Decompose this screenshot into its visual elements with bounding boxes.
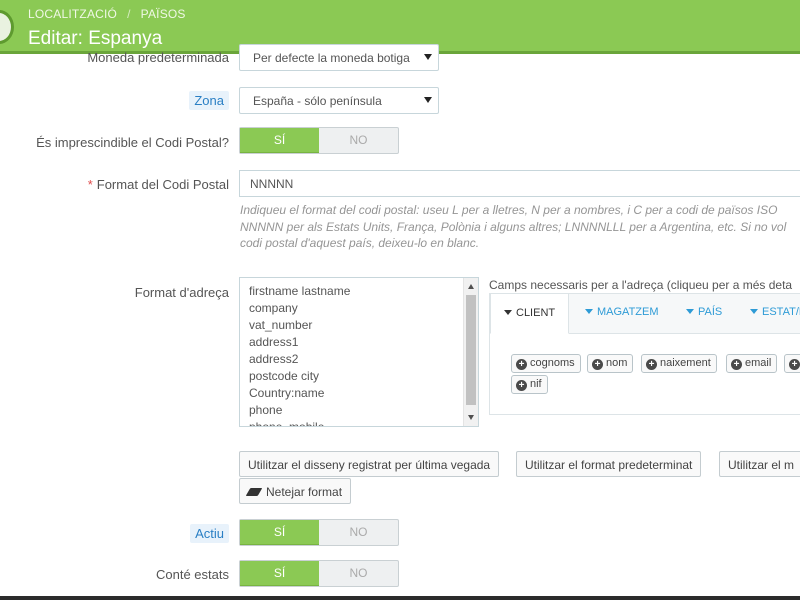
scrollbar-thumb[interactable] [466, 295, 476, 405]
field-email-button[interactable]: + email [726, 354, 778, 373]
field-label: naixement [660, 357, 711, 369]
scroll-down-icon[interactable] [468, 415, 474, 420]
breadcrumb-separator: / [127, 7, 131, 21]
field-label: cognoms [530, 357, 575, 369]
address-format-label: Format d'adreça [134, 285, 229, 300]
tab-label: PAÍS [698, 306, 723, 318]
contains-states-yes[interactable]: SÍ [240, 561, 319, 586]
caret-down-icon [750, 309, 758, 314]
address-line: address1 [249, 335, 299, 349]
tab-label: CLIENT [516, 307, 556, 319]
eraser-icon [245, 488, 263, 496]
contains-states-label: Conté estats [156, 567, 229, 582]
need-zip-toggle: SÍ NO [239, 127, 399, 154]
use-last-saved-button[interactable]: Utilitzar el disseny registrat per últim… [239, 451, 500, 477]
tab-state[interactable]: ESTAT/P [750, 306, 800, 318]
field-more-button[interactable]: + [784, 354, 800, 373]
address-line: firstname lastname [249, 284, 351, 298]
active-no[interactable]: NO [319, 520, 398, 545]
scroll-up-icon[interactable] [468, 284, 474, 289]
zip-format-label: * Format del Codi Postal [88, 177, 229, 192]
need-zip-no[interactable]: NO [319, 128, 398, 153]
tab-label: MAGATZEM [597, 306, 659, 318]
zone-select[interactable]: España - sólo península [239, 87, 439, 114]
address-line: vat_number [249, 318, 313, 332]
address-line: company [249, 301, 298, 315]
address-line: phone_mobile [249, 420, 325, 427]
active-label: Actiu [190, 524, 229, 543]
use-default-format-button[interactable]: Utilitzar el format predeterminat [516, 451, 702, 477]
field-birthday-button[interactable]: + naixement [641, 354, 717, 373]
active-toggle: SÍ NO [239, 519, 399, 546]
caret-down-icon [585, 309, 593, 314]
tab-warehouse[interactable]: MAGATZEM [585, 306, 659, 318]
field-label: nif [530, 378, 542, 390]
contains-states-toggle: SÍ NO [239, 560, 399, 587]
zip-format-input[interactable]: NNNNN [239, 170, 800, 197]
taskbar-edge [0, 596, 800, 600]
field-nif-button[interactable]: + nif [511, 375, 548, 394]
address-fields-tabs: CLIENT MAGATZEM PAÍS ESTAT/P +cognoms +n… [489, 293, 800, 415]
currency-select-value: Per defecte la moneda botiga [253, 51, 410, 65]
address-line: postcode city [249, 369, 320, 383]
field-firstname-button[interactable]: + nom [587, 354, 634, 373]
plus-icon: + [516, 380, 527, 391]
logo-icon[interactable] [0, 10, 14, 44]
address-line: Country:name [249, 386, 325, 400]
plus-icon: + [592, 359, 603, 370]
currency-label: Moneda predeterminada [87, 50, 229, 65]
use-current-button[interactable]: Utilitzar el m [719, 451, 800, 477]
chevron-down-icon [424, 54, 432, 60]
clear-format-label: Netejar format [266, 485, 343, 499]
help-line: codi postal d'aquest país, deixeu-lo en … [240, 236, 480, 250]
active-yes[interactable]: SÍ [240, 520, 319, 545]
tab-bar: CLIENT MAGATZEM PAÍS ESTAT/P [490, 293, 800, 334]
address-line: phone [249, 403, 283, 417]
need-zip-label: És imprescindible el Codi Postal? [36, 135, 229, 150]
help-line: Indiqueu el format del codi postal: useu… [240, 203, 778, 217]
zip-format-label-text: Format del Codi Postal [96, 177, 229, 192]
breadcrumb-countries[interactable]: PAÏSOS [141, 7, 186, 21]
plus-icon: + [646, 359, 657, 370]
field-label: email [745, 357, 772, 369]
zone-select-value: España - sólo península [253, 94, 382, 108]
required-fields-title: Camps necessaris per a l'adreça (cliqueu… [489, 278, 793, 292]
zip-format-help: Indiqueu el format del codi postal: useu… [240, 202, 800, 252]
address-line: address2 [249, 352, 299, 366]
zone-label: Zona [189, 91, 229, 110]
required-mark: * [87, 177, 93, 192]
tab-label: ESTAT/P [762, 306, 800, 318]
address-format-textarea[interactable]: firstname lastname company vat_number ad… [239, 277, 479, 427]
plus-icon: + [789, 359, 800, 370]
caret-down-icon [686, 309, 694, 314]
breadcrumb: LOCALITZACIÓ / PAÏSOS [28, 7, 186, 21]
page-title: Editar: Espanya [28, 28, 163, 49]
breadcrumb-localization[interactable]: LOCALITZACIÓ [28, 7, 117, 21]
clear-format-button[interactable]: Netejar format [239, 478, 352, 504]
currency-select[interactable]: Per defecte la moneda botiga [239, 44, 439, 71]
tab-country[interactable]: PAÍS [686, 306, 722, 318]
textarea-scrollbar[interactable] [463, 278, 478, 426]
caret-down-icon [504, 310, 512, 315]
plus-icon: + [731, 359, 742, 370]
field-lastname-button[interactable]: + cognoms [511, 354, 581, 373]
field-label: nom [606, 357, 628, 369]
help-line: NNNNN per als Estats Units, França, Polò… [240, 219, 787, 234]
chevron-down-icon [424, 97, 432, 103]
contains-states-no[interactable]: NO [319, 561, 398, 586]
plus-icon: + [516, 359, 527, 370]
need-zip-yes[interactable]: SÍ [240, 128, 319, 153]
tab-client[interactable]: CLIENT [490, 293, 570, 334]
